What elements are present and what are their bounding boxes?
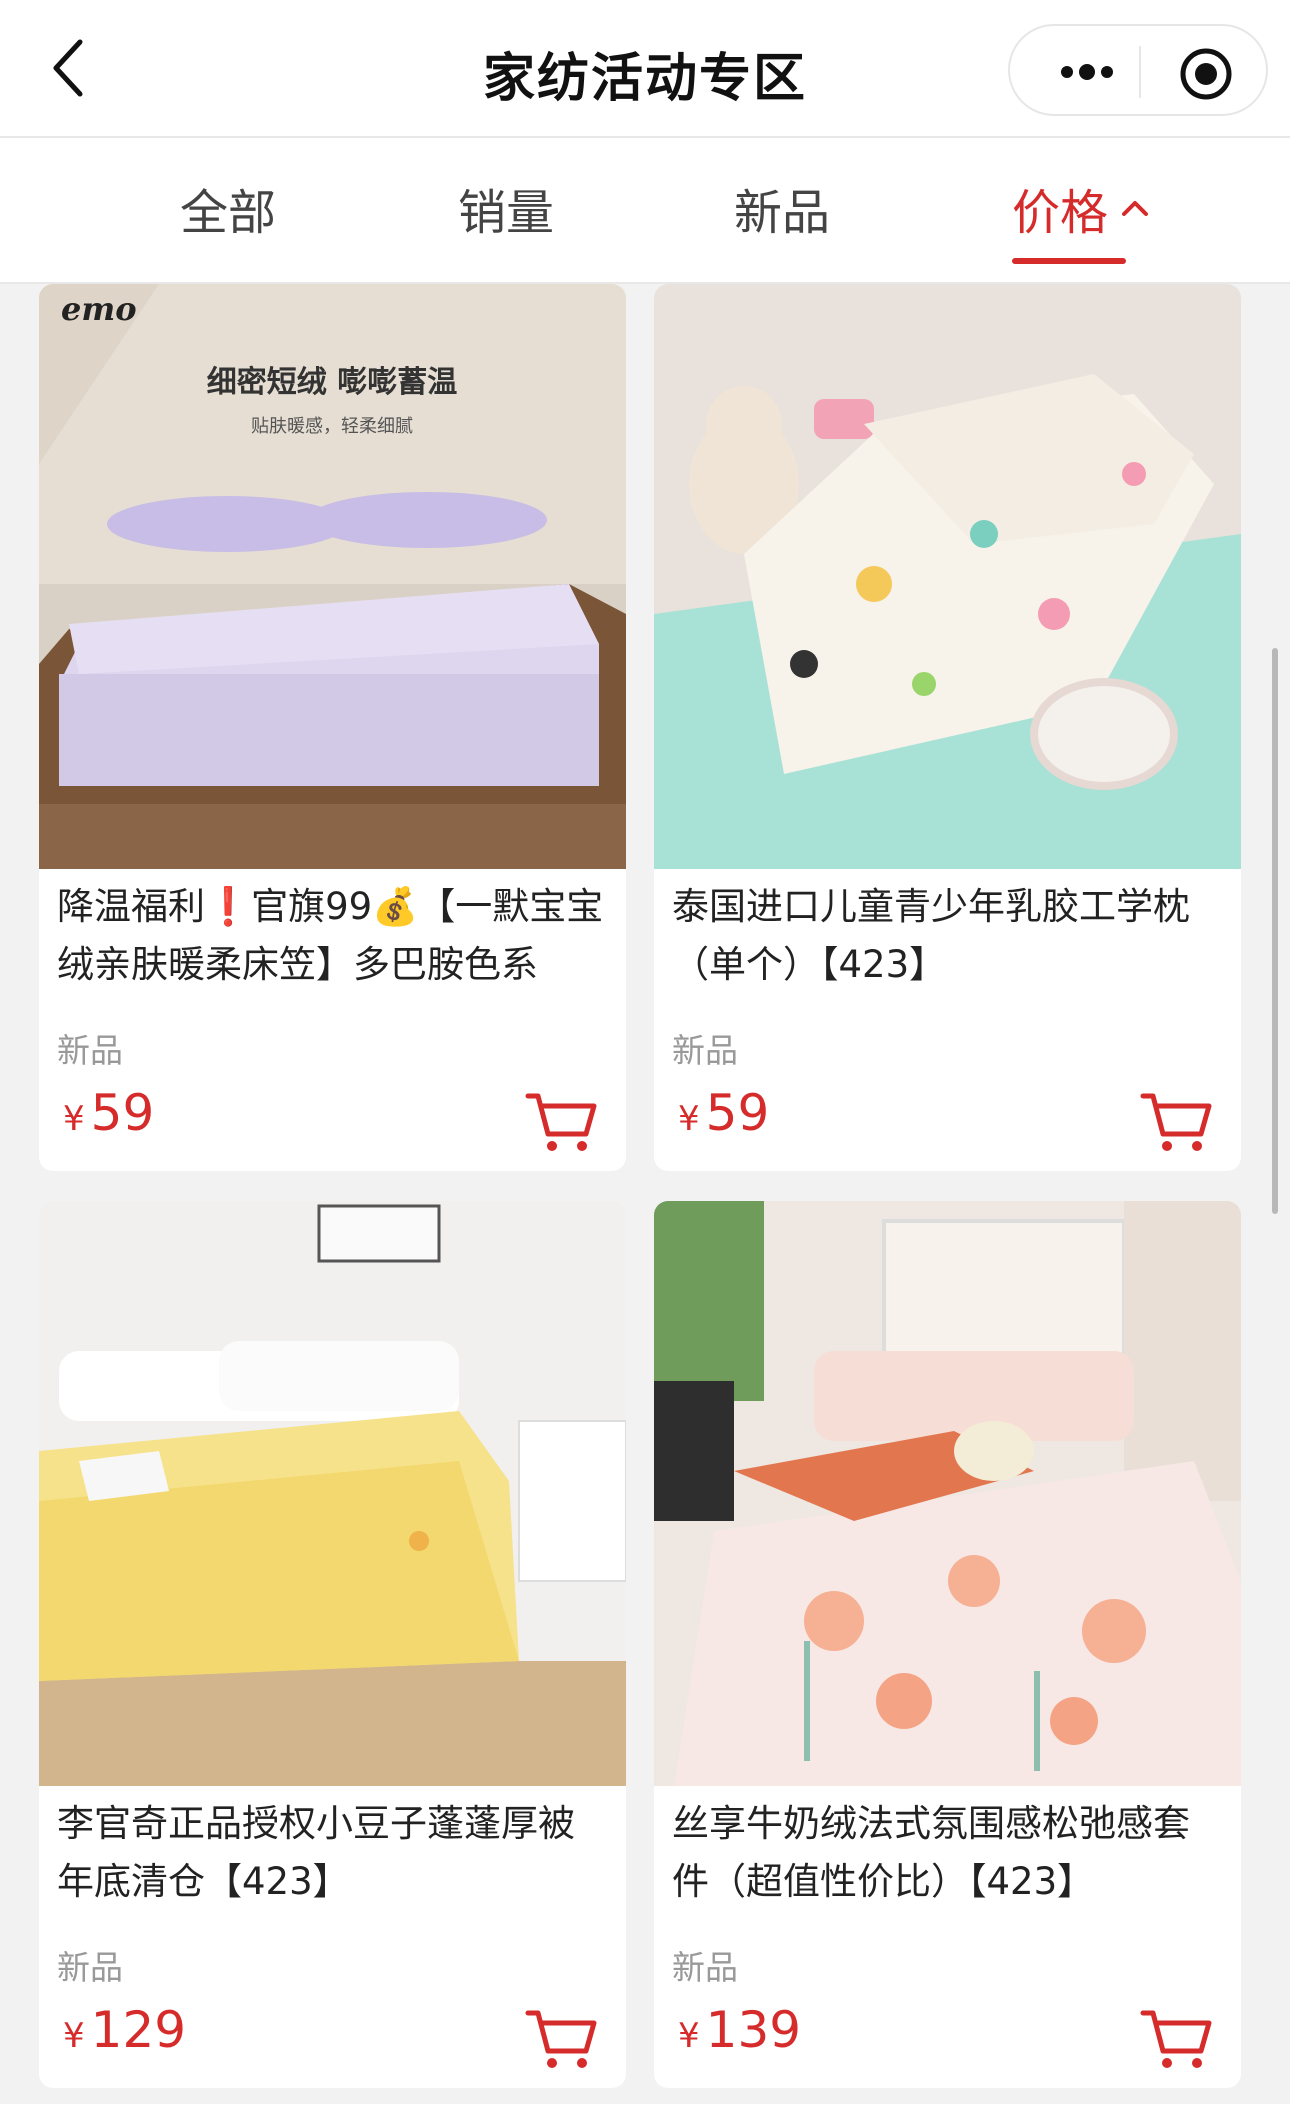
price-value: 59: [705, 1084, 770, 1142]
image-headline: 细密短绒 嘭嘭蓄温: [207, 365, 457, 400]
image-subline: 贴肤暖感，轻柔细腻: [251, 416, 413, 437]
product-image[interactable]: [654, 284, 1241, 869]
tab-sales[interactable]: 销量: [458, 178, 554, 241]
add-to-cart-button[interactable]: [1139, 2007, 1213, 2071]
product-image[interactable]: [654, 1201, 1241, 1786]
product-price: ¥ 59: [678, 1084, 769, 1142]
product-card[interactable]: 丝享牛奶绒法式氛围感松弛感套件（超值性价比）【423】 新品 ¥ 139: [654, 1201, 1241, 2088]
product-name[interactable]: 降温福利❗️官旗99💰【一默宝宝绒亲肤暖柔床笠】多巴胺色系: [57, 878, 606, 994]
capsule-divider: [1139, 46, 1141, 98]
filter-tabs: 全部 销量 新品 价格: [0, 136, 1290, 284]
product-tag: 新品: [57, 1031, 123, 1070]
product-price: ¥ 129: [63, 2001, 186, 2059]
tab-label: 新品: [734, 185, 831, 241]
cart-icon: [1140, 1093, 1212, 1151]
price-value: 139: [705, 2001, 802, 2059]
product-image[interactable]: emo 细密短绒 嘭嘭蓄温 贴肤暖感，轻柔细腻: [39, 284, 626, 869]
currency-symbol: ¥: [63, 1099, 85, 1139]
tab-label: 销量: [458, 185, 555, 241]
cart-icon: [525, 1093, 597, 1151]
add-to-cart-button[interactable]: [524, 2007, 598, 2071]
product-tag: 新品: [57, 1948, 123, 1987]
add-to-cart-button[interactable]: [1139, 1090, 1213, 1154]
mini-program-capsule: [1008, 24, 1268, 116]
product-name[interactable]: 丝享牛奶绒法式氛围感松弛感套件（超值性价比）【423】: [672, 1795, 1221, 1911]
tab-all[interactable]: 全部: [180, 178, 276, 241]
product-image[interactable]: [39, 1201, 626, 1786]
price-value: 59: [90, 1084, 155, 1142]
active-tab-indicator: [1012, 258, 1127, 264]
price-value: 129: [90, 2001, 187, 2059]
tab-new[interactable]: 新品: [734, 178, 830, 241]
product-name[interactable]: 泰国进口儿童青少年乳胶工学枕（单个）【423】: [672, 878, 1221, 994]
product-tag: 新品: [672, 1031, 738, 1070]
tab-price[interactable]: 价格: [1012, 178, 1150, 264]
currency-symbol: ¥: [678, 1099, 700, 1139]
currency-symbol: ¥: [63, 2016, 85, 2056]
product-tag: 新品: [672, 1948, 738, 1987]
tab-label: 全部: [180, 185, 277, 241]
brand-logo: emo: [61, 290, 137, 328]
product-card[interactable]: 泰国进口儿童青少年乳胶工学枕（单个）【423】 新品 ¥ 59: [654, 284, 1241, 1171]
close-button[interactable]: [1178, 46, 1234, 102]
cart-icon: [525, 2010, 597, 2068]
add-to-cart-button[interactable]: [524, 1090, 598, 1154]
product-price: ¥ 59: [63, 1084, 154, 1142]
nav-bar: 家纺活动专区: [0, 0, 1290, 136]
product-price: ¥ 139: [678, 2001, 801, 2059]
cart-icon: [1140, 2010, 1212, 2068]
product-card[interactable]: emo 细密短绒 嘭嘭蓄温 贴肤暖感，轻柔细腻 降温福利❗️官旗99💰【一默宝宝…: [39, 284, 626, 1171]
more-button[interactable]: [1044, 50, 1130, 94]
more-dots-icon: [1061, 64, 1113, 80]
product-card[interactable]: 李官奇正品授权小豆子蓬蓬厚被年底清仓【423】 新品 ¥ 129: [39, 1201, 626, 2088]
chevron-up-icon: [1122, 201, 1149, 216]
currency-symbol: ¥: [678, 2016, 700, 2056]
product-name[interactable]: 李官奇正品授权小豆子蓬蓬厚被年底清仓【423】: [57, 1795, 606, 1911]
scrollbar[interactable]: [1272, 648, 1278, 1214]
target-close-icon: [1180, 48, 1232, 100]
tab-label: 价格: [1012, 185, 1109, 241]
